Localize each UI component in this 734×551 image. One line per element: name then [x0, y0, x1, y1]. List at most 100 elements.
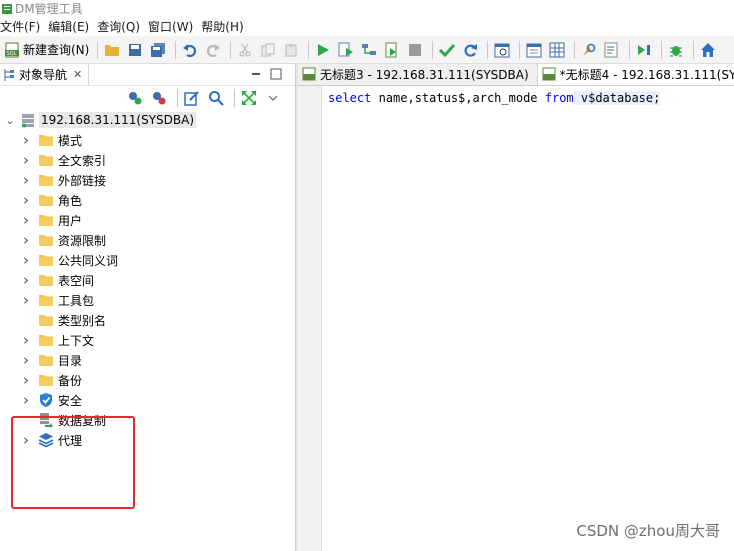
- tree-item[interactable]: › 全文索引: [0, 150, 295, 170]
- tree-item[interactable]: › 模式: [0, 130, 295, 150]
- folder-icon: [38, 372, 54, 388]
- cut-icon: [239, 43, 251, 56]
- chevron-right-icon[interactable]: ›: [20, 191, 32, 209]
- undo-button[interactable]: [180, 40, 200, 60]
- run-button[interactable]: [313, 40, 333, 60]
- format-button[interactable]: [602, 40, 622, 60]
- tree-item[interactable]: › 备份: [0, 370, 295, 390]
- check-icon: [439, 43, 456, 57]
- tree-items: › 模式 › 全文索引 › 外部链接 › 角色 › 用户 › 资源限制 › 公共同义词 › 表空间 › 工具包 类型…: [0, 130, 295, 450]
- tree-item[interactable]: › 工具包: [0, 290, 295, 310]
- toolbar-separator: [230, 40, 232, 59]
- chevron-right-icon[interactable]: ›: [20, 131, 32, 149]
- disconnect-icon: [153, 92, 166, 105]
- save-all-icon: [151, 42, 166, 57]
- redo-button[interactable]: [203, 40, 223, 60]
- tree-root-connection[interactable]: ⌄ 192.168.31.111(SYSDBA): [0, 110, 295, 130]
- find-icon: [583, 43, 596, 56]
- tree-item[interactable]: › 角色: [0, 190, 295, 210]
- tree-item[interactable]: › 公共同义词: [0, 250, 295, 270]
- navigator-tab[interactable]: 对象导航 ✕: [0, 63, 90, 86]
- save-icon: [129, 43, 142, 56]
- rollback-button[interactable]: [460, 40, 480, 60]
- tree-item[interactable]: › 目录: [0, 350, 295, 370]
- menu-window[interactable]: 窗口(W): [148, 18, 201, 35]
- minimize-icon[interactable]: [249, 67, 263, 81]
- folder-icon: [38, 252, 54, 268]
- editor-tab-untitled3[interactable]: 无标题3 - 192.168.31.111(SYSDBA): [298, 64, 538, 85]
- chevron-right-icon[interactable]: ›: [20, 331, 32, 349]
- menu-help[interactable]: 帮助(H): [201, 18, 251, 35]
- sql-keyword-from: from: [544, 91, 574, 105]
- connect-button[interactable]: [125, 88, 145, 108]
- chevron-right-icon[interactable]: ›: [20, 211, 32, 229]
- editor-tabs: 无标题3 - 192.168.31.111(SYSDBA) *无标题4 - 19…: [298, 64, 734, 86]
- tree-item[interactable]: › 用户: [0, 210, 295, 230]
- title-bar: DM管理工具: [0, 0, 734, 17]
- run-script-button[interactable]: [382, 40, 402, 60]
- copy-button[interactable]: [258, 40, 278, 60]
- folder-icon: [38, 132, 54, 148]
- save-button[interactable]: [125, 40, 145, 60]
- menu-edit[interactable]: 编辑(E): [48, 18, 97, 35]
- chevron-right-icon[interactable]: ›: [20, 251, 32, 269]
- tree-item-label: 类型别名: [58, 313, 107, 328]
- chevron-right-icon[interactable]: ›: [20, 351, 32, 369]
- folder-icon: [38, 212, 54, 228]
- cut-button[interactable]: [235, 40, 255, 60]
- watermark: CSDN @zhou周大哥: [576, 522, 720, 540]
- grid-button[interactable]: [547, 40, 567, 60]
- close-icon[interactable]: ✕: [73, 68, 82, 81]
- save-all-button[interactable]: [148, 40, 168, 60]
- find-button[interactable]: [579, 40, 599, 60]
- toolbar-separator: [308, 40, 310, 59]
- chevron-right-icon[interactable]: ›: [20, 231, 32, 249]
- editor-tab-untitled4[interactable]: *无标题4 - 192.168.31.111(SYSDBA): [537, 64, 734, 85]
- chevron-right-icon[interactable]: ›: [20, 271, 32, 289]
- maximize-icon[interactable]: [269, 67, 283, 81]
- edit-button[interactable]: [182, 88, 202, 108]
- calendar-grid-icon: [526, 43, 542, 57]
- toolbar-separator: [487, 40, 489, 59]
- paste-button[interactable]: [281, 40, 301, 60]
- schedule-button[interactable]: [492, 40, 512, 60]
- new-query-button[interactable]: SQL 新建查询(N): [4, 41, 89, 58]
- chevron-right-icon[interactable]: ›: [20, 171, 32, 189]
- run-step-button[interactable]: [336, 40, 356, 60]
- tree-item-label: 角色: [58, 193, 83, 208]
- toolbar-separator: [693, 40, 695, 59]
- edit-icon: [184, 91, 199, 106]
- debug-button[interactable]: [666, 40, 686, 60]
- search-button[interactable]: [206, 88, 226, 108]
- sql-file-icon: [302, 67, 316, 81]
- tree-item[interactable]: 类型别名: [0, 310, 295, 330]
- disconnect-button[interactable]: [149, 88, 169, 108]
- tree-item[interactable]: › 表空间: [0, 270, 295, 290]
- expand-all-button[interactable]: [239, 88, 259, 108]
- chevron-right-icon[interactable]: ›: [20, 371, 32, 389]
- commit-button[interactable]: [437, 40, 457, 60]
- open-folder-button[interactable]: [102, 40, 122, 60]
- toolbar-separator: [574, 40, 576, 59]
- menu-query[interactable]: 查询(Q): [97, 18, 148, 35]
- chevron-right-icon[interactable]: ›: [20, 291, 32, 309]
- run-script-icon: [385, 42, 397, 57]
- tree-item[interactable]: › 外部链接: [0, 170, 295, 190]
- stop-button[interactable]: [405, 40, 425, 60]
- menu-file[interactable]: 文件(F): [0, 18, 48, 35]
- compile-button[interactable]: [634, 40, 654, 60]
- view-menu-button[interactable]: [263, 88, 283, 108]
- tree-item[interactable]: › 上下文: [0, 330, 295, 350]
- sql-keyword-select: select: [328, 91, 372, 105]
- tree-item-label: 模式: [58, 133, 83, 148]
- home-button[interactable]: [698, 40, 718, 60]
- explain-button[interactable]: [359, 40, 379, 60]
- chevron-down-icon[interactable]: ⌄: [4, 114, 16, 127]
- tree-item[interactable]: › 安全: [0, 390, 295, 410]
- chevron-right-icon[interactable]: ›: [20, 391, 32, 409]
- tree-item[interactable]: › 资源限制: [0, 230, 295, 250]
- sql-code-line[interactable]: select name,status$,arch_mode from v$dat…: [328, 91, 661, 105]
- monitor-button[interactable]: [524, 40, 544, 60]
- tree-item-label: 外部链接: [58, 173, 107, 188]
- chevron-right-icon[interactable]: ›: [20, 151, 32, 169]
